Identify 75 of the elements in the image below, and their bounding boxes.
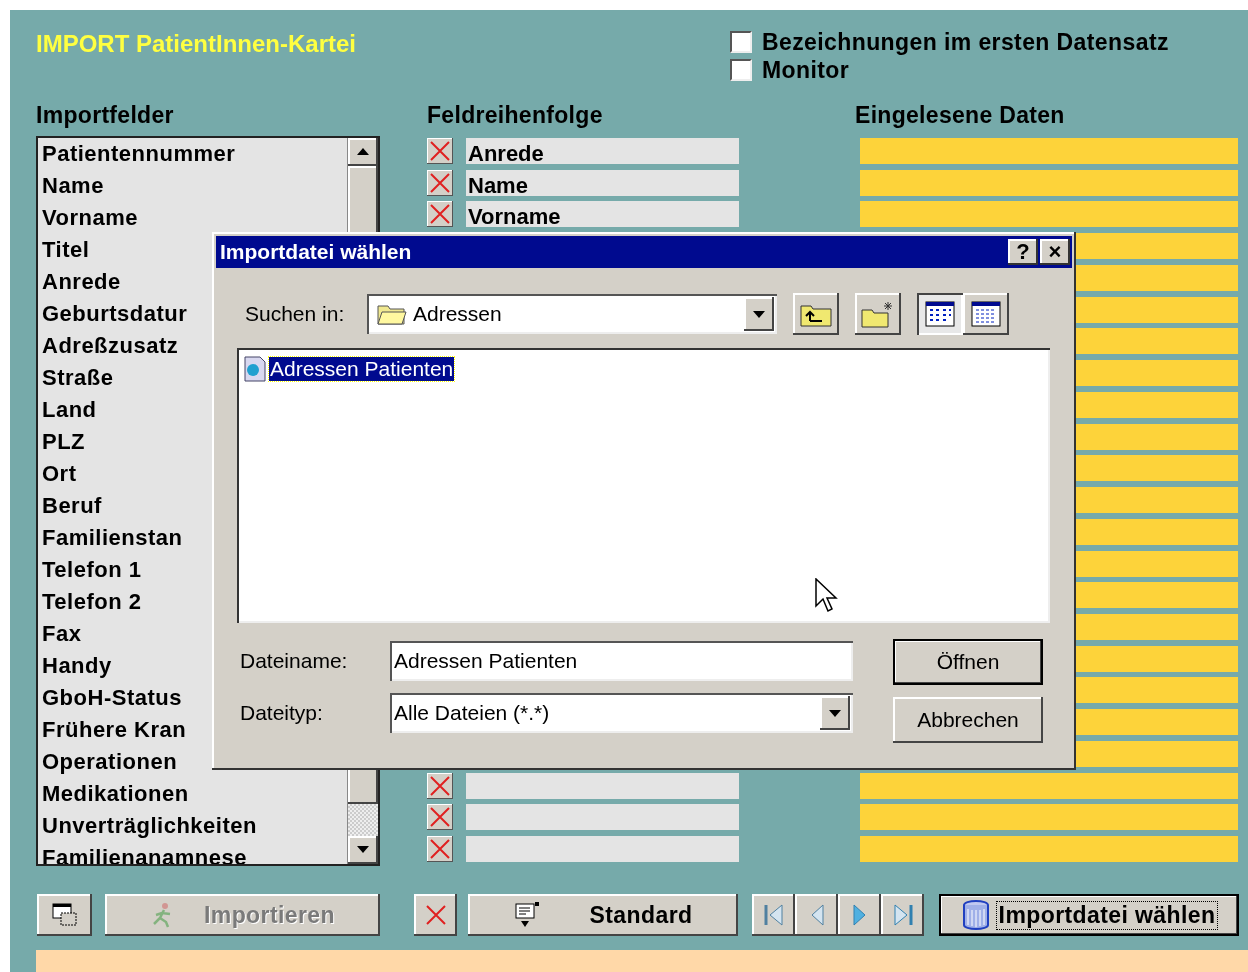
first-record-icon	[763, 903, 784, 927]
list-item[interactable]: Medikationen	[42, 778, 347, 810]
list-item[interactable]: Patientennummer	[42, 138, 347, 170]
details-view-button[interactable]	[963, 293, 1009, 335]
cross-icon	[424, 904, 447, 926]
document-icon	[243, 356, 267, 382]
next-record-icon	[851, 903, 868, 927]
field-slot[interactable]: Anrede	[466, 138, 739, 164]
field-label: Suchen in:	[244, 302, 346, 326]
caret-icon	[829, 709, 841, 717]
list-view-icon	[925, 301, 955, 327]
delete-button[interactable]	[427, 836, 453, 863]
cancel-button[interactable]: Abbrechen	[893, 697, 1043, 743]
delete-button[interactable]	[427, 201, 453, 228]
field-slot[interactable]: Vorname	[466, 201, 739, 228]
last-button[interactable]	[881, 894, 924, 936]
delete-button[interactable]	[427, 772, 453, 799]
checkbox[interactable]	[730, 31, 752, 53]
delete-button[interactable]	[427, 138, 453, 164]
column-heading: Eingelesene Daten	[855, 102, 1065, 130]
column-heading: Importfelder	[36, 102, 175, 130]
cross-icon	[429, 171, 451, 194]
up-arrow-icon	[357, 148, 369, 156]
field-slot[interactable]: Name	[466, 169, 739, 196]
look-in-dropdown[interactable]: Adressen	[367, 294, 777, 334]
checkbox[interactable]	[730, 59, 752, 81]
delete-button[interactable]	[427, 804, 453, 831]
window-icon	[51, 903, 78, 927]
list-view-button[interactable]	[917, 293, 963, 335]
choose-file-button[interactable]: Importdatei wählen	[939, 894, 1239, 936]
close-button[interactable]: ×	[1040, 239, 1070, 265]
help-button[interactable]: ?	[1008, 239, 1038, 265]
first-button[interactable]	[752, 894, 795, 936]
dialog-title: Importdatei wählen	[220, 240, 413, 264]
field-label: Dateiname:	[239, 649, 349, 673]
filetype-dropdown[interactable]: Alle Dateien (*.*)	[390, 693, 853, 733]
caret-icon	[753, 310, 765, 318]
details-view-icon	[971, 301, 1001, 327]
field-slot[interactable]	[466, 804, 739, 831]
delete-button[interactable]	[414, 894, 457, 936]
up-folder-button[interactable]	[793, 293, 839, 335]
previous-button[interactable]	[795, 894, 838, 936]
new-folder-button[interactable]	[855, 293, 901, 335]
list-item[interactable]: Unverträglichkeiten	[42, 810, 347, 842]
last-record-icon	[892, 903, 913, 927]
new-folder-icon	[861, 300, 895, 328]
open-button[interactable]: Öffnen	[893, 639, 1043, 685]
form-icon	[513, 901, 540, 929]
file-item[interactable]: Adressen Patienten	[269, 357, 455, 381]
cross-icon	[429, 838, 451, 861]
column-heading: Feldreihenfolge	[427, 102, 604, 130]
window-button[interactable]	[37, 894, 92, 936]
database-icon	[960, 899, 991, 931]
cross-icon	[429, 140, 451, 162]
down-arrow-icon	[357, 846, 369, 854]
field-slot[interactable]	[466, 772, 739, 799]
form-title: IMPORT PatientInnen-Kartei	[36, 30, 358, 59]
field-label: Dateityp:	[239, 701, 324, 725]
list-item[interactable]: Vorname	[42, 202, 347, 234]
checkbox-label: Bezeichnungen im ersten Datensatz	[762, 28, 1169, 56]
mouse-cursor-icon	[815, 578, 839, 614]
next-button[interactable]	[838, 894, 881, 936]
scroll-up-button[interactable]	[348, 138, 378, 166]
file-list[interactable]: Adressen Patienten	[237, 348, 1050, 623]
folder-icon	[377, 302, 407, 326]
cross-icon	[429, 774, 451, 797]
delete-button[interactable]	[427, 169, 453, 196]
checkbox-label: Monitor	[762, 56, 850, 84]
scroll-down-button[interactable]	[348, 836, 378, 864]
standard-button[interactable]: Standard	[468, 894, 738, 936]
cross-icon	[429, 806, 451, 829]
filename-field[interactable]: Adressen Patienten	[390, 641, 853, 681]
field-slot[interactable]	[466, 836, 739, 863]
list-item[interactable]: Name	[42, 170, 347, 202]
cross-icon	[429, 203, 451, 226]
